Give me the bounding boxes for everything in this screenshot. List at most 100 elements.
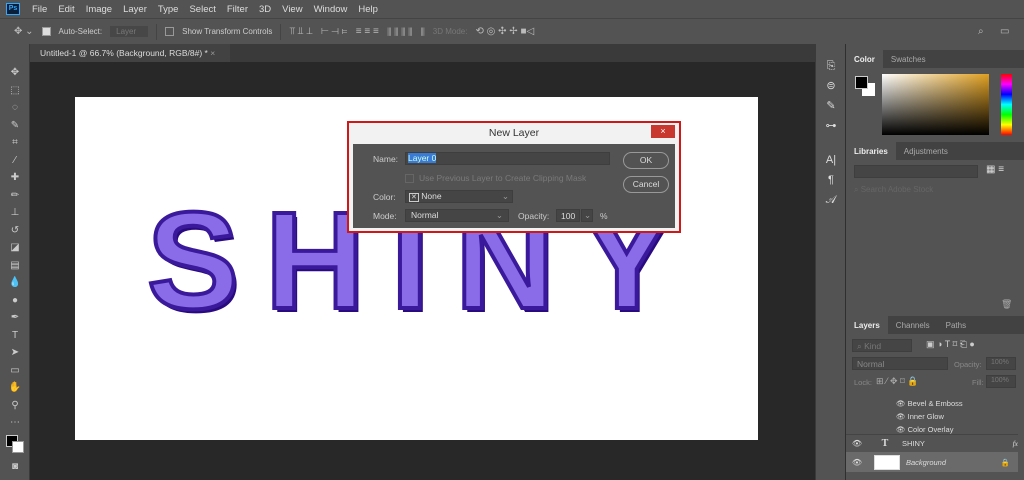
new-layer-dialog: New Layer × Name: Layer 0 Use Previous L…	[347, 121, 681, 233]
menu-layer[interactable]: Layer	[123, 4, 147, 15]
foreground-color-swatch[interactable]	[855, 76, 868, 89]
3d-mode-label: 3D Mode:	[432, 27, 468, 36]
adjust-sliders-icon[interactable]: ⊶	[816, 116, 846, 136]
stamp-tool-icon[interactable]: ⊥	[0, 204, 30, 222]
gradient-tool-icon[interactable]: ▤	[0, 257, 30, 275]
layer-opacity-input[interactable]: 100%	[986, 357, 1016, 370]
pen-tool-icon[interactable]: ✒	[0, 309, 30, 327]
quick-select-tool-icon[interactable]: ✎	[0, 117, 30, 135]
character-icon[interactable]: A|	[816, 150, 846, 170]
auto-select-label: Auto-Select:	[58, 27, 103, 36]
filter-icons[interactable]: ▣ ◑ T ⌑ ⎗ ●	[926, 339, 975, 350]
color-value: None	[421, 191, 442, 201]
move-tool-icon[interactable]: ✥	[0, 64, 30, 82]
mode-dropdown[interactable]: Normal ⌄	[405, 209, 509, 222]
layer-row-background[interactable]: 👁︎ Background 🔒	[846, 452, 1018, 472]
color-swatches-icon[interactable]	[0, 432, 30, 458]
healing-tool-icon[interactable]: ✚	[0, 169, 30, 187]
blur-tool-icon[interactable]: 💧	[0, 274, 30, 292]
glyphs-icon[interactable]: 𝒜	[816, 190, 846, 210]
eraser-tool-icon[interactable]: ◪	[0, 239, 30, 257]
dialog-close-button[interactable]: ×	[651, 125, 675, 138]
menu-window[interactable]: Window	[314, 4, 348, 15]
panel-icon-strip: ⎘ ⊜ ✎ ⊶ A| ¶ 𝒜	[815, 44, 845, 480]
menu-3d[interactable]: 3D	[259, 4, 271, 15]
brush-tool-icon[interactable]: ✏	[0, 187, 30, 205]
tab-paths[interactable]: Paths	[938, 316, 974, 334]
zoom-tool-icon[interactable]: ⚲	[0, 397, 30, 415]
clipping-mask-label: Use Previous Layer to Create Clipping Ma…	[419, 173, 587, 183]
lock-icons[interactable]: ⊞ ⁄ ✥ ⌑ 🔒	[876, 376, 918, 387]
auto-select-target-dropdown[interactable]: Layer	[110, 26, 149, 37]
show-transform-checkbox[interactable]	[165, 27, 175, 36]
move-tool-icon[interactable]: ✥ ⌄	[14, 26, 34, 37]
menu-filter[interactable]: Filter	[227, 4, 248, 15]
cancel-button[interactable]: Cancel	[623, 176, 669, 193]
name-input[interactable]: Layer 0	[405, 152, 610, 165]
stock-search-input[interactable]: ⌕ Search Adobe Stock	[854, 185, 933, 195]
crop-tool-icon[interactable]: ⌗	[0, 134, 30, 152]
tab-color[interactable]: Color	[846, 50, 883, 68]
color-dropdown[interactable]: ✕ None ⌄	[405, 190, 513, 203]
brush-settings-icon[interactable]: ✎	[816, 96, 846, 116]
name-value: Layer 0	[408, 153, 437, 163]
mode-label: Mode:	[373, 211, 397, 221]
rectangle-tool-icon[interactable]: ▭	[0, 362, 30, 380]
3d-tools-icons[interactable]: ⟲ ◎ ✣ ✢ ■◁	[475, 26, 534, 37]
layer-opacity-label: Opacity:	[954, 360, 982, 369]
search-icon[interactable]: ⌕	[978, 26, 984, 37]
tab-channels[interactable]: Channels	[888, 316, 938, 334]
history-brush-icon[interactable]: ↺	[0, 222, 30, 240]
menu-edit[interactable]: Edit	[58, 4, 74, 15]
fill-input[interactable]: 100%	[986, 375, 1016, 388]
paragraph-icon[interactable]: ¶	[816, 170, 846, 190]
tab-adjustments[interactable]: Adjustments	[896, 142, 956, 160]
opacity-input[interactable]: 100	[556, 209, 580, 222]
lock-icon[interactable]: 🔒	[1001, 458, 1010, 467]
hue-slider[interactable]	[1001, 74, 1012, 135]
document-tab[interactable]: Untitled-1 @ 66.7% (Background, RGB/8#) …	[30, 44, 230, 62]
tab-libraries[interactable]: Libraries	[846, 142, 896, 160]
marquee-tool-icon[interactable]: ⬚	[0, 82, 30, 100]
lasso-tool-icon[interactable]: ◌	[0, 99, 30, 117]
menu-image[interactable]: Image	[86, 4, 112, 15]
clipping-mask-checkbox[interactable]	[405, 174, 414, 183]
layer-row-shiny[interactable]: 👁︎ T SHINY fx	[846, 434, 1018, 452]
auto-select-checkbox[interactable]	[41, 27, 51, 36]
workspace-icon[interactable]: ▭	[1000, 26, 1009, 37]
properties-icon[interactable]: ⊜	[816, 76, 846, 96]
divider	[280, 23, 282, 40]
history-icon[interactable]: ⎘	[816, 56, 846, 76]
menu-type[interactable]: Type	[158, 4, 179, 15]
grid-view-icon[interactable]: ▦ ≡	[986, 164, 1004, 175]
eyedropper-tool-icon[interactable]: ⁄	[0, 152, 30, 170]
type-layer-icon: T	[881, 438, 889, 449]
blend-mode-dropdown[interactable]: Normal	[852, 357, 948, 370]
fx-icon[interactable]: fx	[1013, 439, 1018, 448]
tab-layers[interactable]: Layers	[846, 316, 888, 334]
layer-kind-filter[interactable]: ⌕ Kind	[852, 339, 912, 352]
eye-icon[interactable]: 👁︎	[846, 458, 868, 467]
eye-icon[interactable]: 👁︎	[896, 425, 908, 434]
align-icons[interactable]: ⫪ ⫫ ⊥ ⊢ ⊣ ⊨ ≡ ≡ ≡ ⫴ ⫴ ⫴ ⫴ ⦀	[289, 26, 424, 37]
library-dropdown[interactable]	[854, 165, 978, 178]
opacity-unit: %	[600, 211, 608, 221]
menu-help[interactable]: Help	[358, 4, 378, 15]
opacity-dropdown-icon[interactable]: ⌄	[581, 209, 593, 222]
eye-icon[interactable]: 👁︎	[846, 439, 868, 448]
menu-select[interactable]: Select	[189, 4, 215, 15]
menu-view[interactable]: View	[282, 4, 302, 15]
more-tools-icon[interactable]: ⋯	[0, 414, 30, 432]
photoshop-logo: Ps	[6, 3, 20, 15]
color-picker-field[interactable]	[882, 74, 989, 135]
hand-tool-icon[interactable]: ✋	[0, 379, 30, 397]
quick-mask-icon[interactable]: ◙	[0, 458, 30, 476]
type-tool-icon[interactable]: T	[0, 327, 30, 345]
trash-icon[interactable]: 🗑	[1001, 299, 1012, 310]
ok-button[interactable]: OK	[623, 152, 669, 169]
menu-file[interactable]: File	[32, 4, 47, 15]
dodge-tool-icon[interactable]: ●	[0, 292, 30, 310]
close-tab-icon[interactable]: ×	[210, 48, 215, 58]
path-select-icon[interactable]: ➤	[0, 344, 30, 362]
tab-swatches[interactable]: Swatches	[883, 50, 934, 68]
